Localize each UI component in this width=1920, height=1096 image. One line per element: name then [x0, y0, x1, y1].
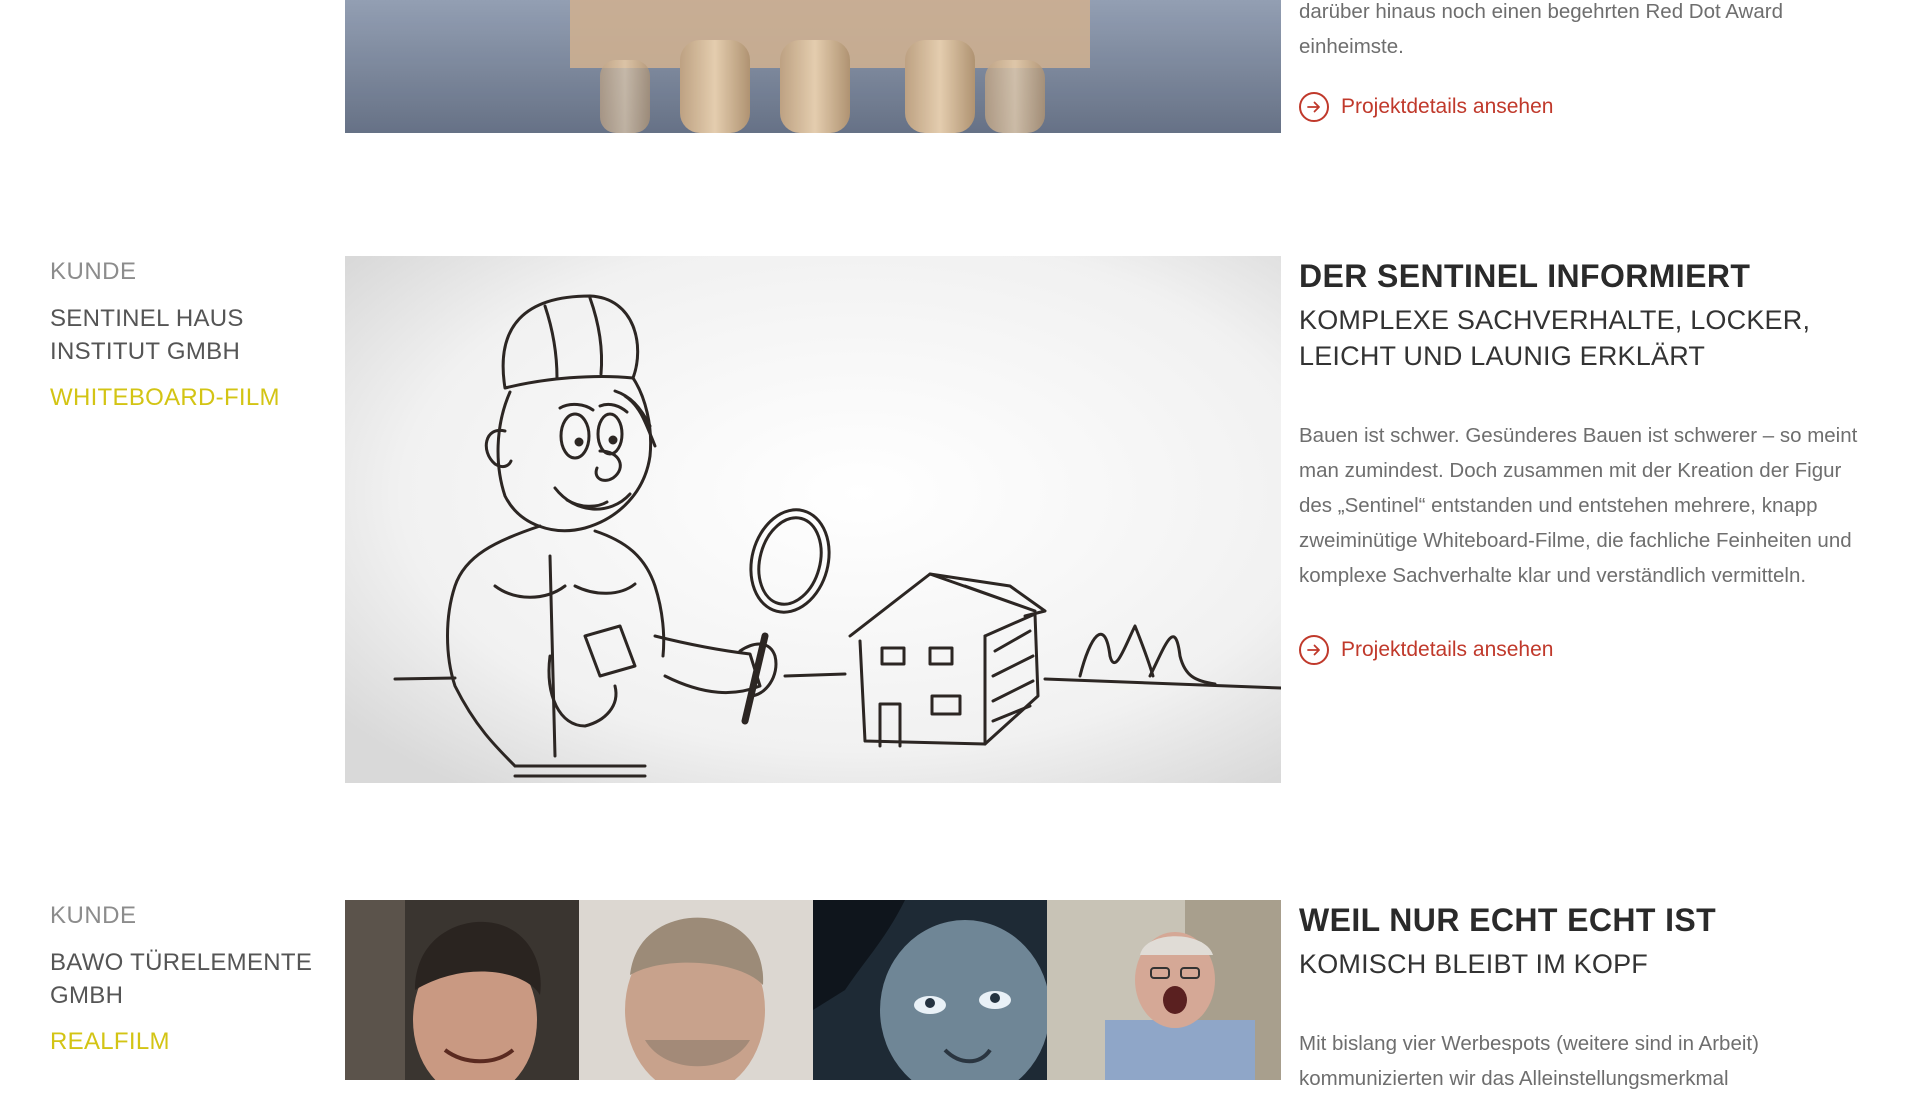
wooden-object-photo [345, 0, 1281, 133]
project-category[interactable]: REALFILM [50, 1026, 335, 1058]
whiteboard-illustration [345, 256, 1281, 783]
project-details-link-label: Projektdetails ansehen [1341, 95, 1554, 118]
project-description-line-2: kommunizierten wir das Alleinstellungsme… [1299, 1067, 1729, 1090]
project-previous: darüber hinaus noch einen begehrten Red … [0, 0, 1920, 140]
film-stills-collage [345, 900, 1281, 1080]
project-details-link[interactable]: Projektdetails ansehen [1299, 92, 1869, 122]
project-subtitle: KOMISCH BLEIBT IM KOPF [1299, 949, 1648, 979]
project-bawo-meta: KUNDE BAWO TÜRELEMENTE GMBH REALFILM [50, 900, 335, 1058]
project-title: DER SENTINEL INFORMIERT [1299, 258, 1751, 294]
project-sentinel: KUNDE SENTINEL HAUS INSTITUT GMBH WHITEB… [0, 256, 1920, 786]
project-previous-body-line-2: einheimste. [1299, 35, 1404, 58]
project-details-link[interactable]: Projektdetails ansehen [1299, 635, 1869, 665]
project-description: Bauen ist schwer. Gesünderes Bauen ist s… [1299, 424, 1858, 587]
project-sentinel-meta: KUNDE SENTINEL HAUS INSTITUT GMBH WHITEB… [50, 256, 335, 414]
arrow-right-circle-icon [1299, 635, 1329, 665]
arrow-right-circle-icon [1299, 92, 1329, 122]
client-name: BAWO TÜRELEMENTE GMBH [50, 949, 313, 1009]
project-subtitle: KOMPLEXE SACHVERHALTE, LOCKER, LEICHT UN… [1299, 305, 1811, 371]
project-previous-image[interactable] [345, 0, 1281, 133]
kunde-label: KUNDE [50, 258, 137, 285]
project-previous-body-line-1: darüber hinaus noch einen begehrten Red … [1299, 0, 1783, 23]
project-previous-text: darüber hinaus noch einen begehrten Red … [1299, 0, 1869, 122]
project-sentinel-text: DER SENTINEL INFORMIERT KOMPLEXE SACHVER… [1299, 256, 1869, 665]
project-details-link-label: Projektdetails ansehen [1341, 638, 1554, 661]
client-name: SENTINEL HAUS INSTITUT GMBH [50, 305, 244, 365]
project-sentinel-image[interactable] [345, 256, 1281, 783]
project-description-line-1: Mit bislang vier Werbespots (weitere sin… [1299, 1032, 1759, 1055]
project-bawo-image[interactable] [345, 900, 1281, 1080]
project-category[interactable]: WHITEBOARD-FILM [50, 382, 335, 414]
project-title: WEIL NUR ECHT ECHT IST [1299, 902, 1717, 938]
project-bawo: KUNDE BAWO TÜRELEMENTE GMBH REALFILM WEI… [0, 900, 1920, 1090]
project-bawo-text: WEIL NUR ECHT ECHT IST KOMISCH BLEIBT IM… [1299, 900, 1869, 1096]
kunde-label: KUNDE [50, 902, 137, 929]
